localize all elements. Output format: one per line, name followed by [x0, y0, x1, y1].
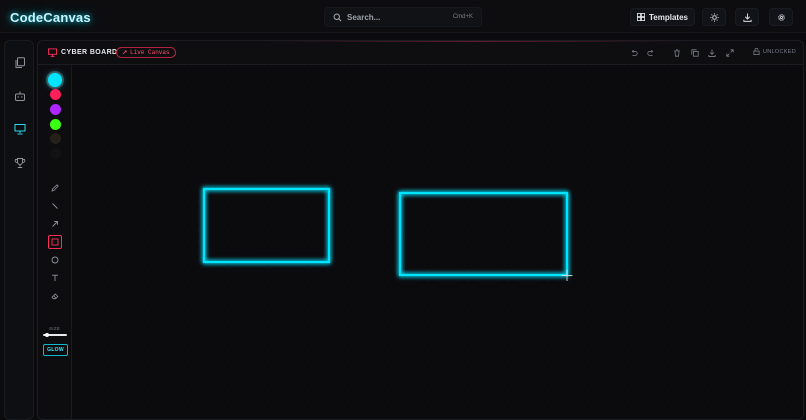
nav-item-board[interactable] [11, 120, 28, 137]
undo-icon [631, 49, 638, 56]
nav-item-bot[interactable] [11, 87, 28, 104]
lock-status: UNLOCKED [763, 48, 796, 55]
eraser-tool[interactable] [48, 289, 62, 303]
files-icon [15, 56, 25, 68]
sun-icon [709, 12, 719, 22]
drawn-rectangle-1[interactable] [202, 187, 331, 264]
color-swatch-purple[interactable] [50, 104, 61, 115]
canvas-drawing-layer [202, 187, 573, 281]
pencil-tool[interactable] [48, 181, 62, 195]
arrow-tool[interactable] [48, 217, 62, 231]
left-nav [4, 40, 34, 420]
monitor-icon [48, 48, 57, 57]
unlock-icon [753, 48, 760, 55]
size-label: SIZE [49, 326, 61, 331]
download-icon [742, 12, 752, 22]
pencil-icon [51, 184, 59, 192]
lock-toggle[interactable]: UNLOCKED [753, 48, 796, 55]
search-icon [333, 13, 342, 21]
circle-icon [51, 256, 59, 264]
app-logo[interactable]: CodeCanvas [10, 10, 91, 25]
search-shortcut: Cmd+K [452, 14, 473, 20]
line-tool[interactable] [48, 199, 62, 213]
templates-button[interactable]: Templates [630, 8, 695, 26]
settings-button[interactable] [769, 8, 793, 26]
rectangle-icon [51, 238, 59, 246]
trophy-icon [14, 157, 25, 168]
crosshair-cursor [561, 270, 573, 281]
templates-icon [637, 13, 645, 21]
trash-icon [674, 49, 680, 57]
color-swatch-dark-olive[interactable] [50, 133, 61, 144]
export-button[interactable] [735, 8, 759, 26]
search-box[interactable]: Cmd+K [324, 7, 482, 27]
rectangle-tool[interactable] [48, 235, 62, 249]
text-tool[interactable] [48, 271, 62, 285]
board-header: CYBER BOARD Live Canvas UNLOCKED [38, 41, 803, 65]
eraser-icon [51, 293, 59, 300]
search-input[interactable] [347, 12, 443, 22]
templates-label: Templates [649, 12, 688, 22]
nav-item-leaderboard[interactable] [11, 154, 28, 171]
drawn-rectangle-2[interactable] [398, 191, 569, 277]
text-icon [52, 274, 58, 281]
download-board-button[interactable] [706, 47, 718, 59]
glow-toggle-button[interactable]: GLOW [43, 344, 68, 356]
arrow-icon [52, 221, 58, 227]
drawing-canvas[interactable] [73, 66, 803, 419]
download-icon [708, 49, 716, 57]
nav-item-files[interactable] [11, 54, 28, 71]
duplicate-button[interactable] [689, 47, 701, 59]
live-canvas-label: Live Canvas [130, 49, 170, 56]
theme-toggle-button[interactable] [702, 8, 726, 26]
link-icon [122, 50, 127, 55]
color-swatch-green[interactable] [50, 119, 61, 130]
circle-tool[interactable] [48, 253, 62, 267]
redo-icon [647, 49, 654, 56]
copy-icon [691, 49, 699, 57]
board-panel: CYBER BOARD Live Canvas UNLOCKED SIZE GL… [37, 40, 804, 420]
tool-palette: SIZE GLOW [38, 65, 72, 419]
live-canvas-badge: Live Canvas [116, 47, 176, 58]
line-icon [52, 203, 58, 209]
color-swatch-black[interactable] [50, 148, 61, 159]
size-slider[interactable] [43, 333, 67, 337]
board-title: CYBER BOARD [61, 49, 118, 56]
undo-button[interactable] [628, 47, 640, 59]
color-swatch-cyan[interactable] [48, 73, 62, 87]
redo-button[interactable] [645, 47, 657, 59]
expand-icon [726, 49, 734, 57]
fullscreen-button[interactable] [724, 47, 736, 59]
presentation-icon [14, 123, 25, 134]
delete-button[interactable] [671, 47, 683, 59]
gear-icon [777, 13, 785, 21]
robot-icon [14, 91, 25, 101]
color-swatch-pink[interactable] [50, 89, 61, 100]
top-bar: CodeCanvas Cmd+K Templates [0, 0, 806, 33]
size-slider-thumb[interactable] [45, 333, 49, 337]
